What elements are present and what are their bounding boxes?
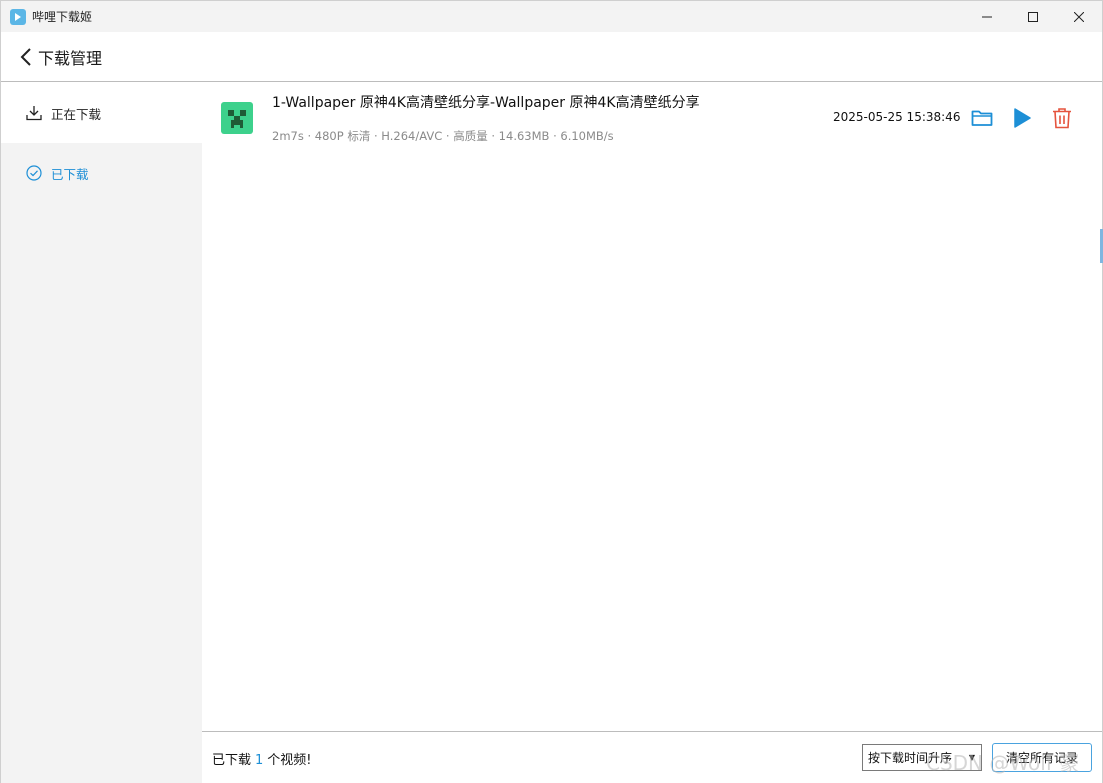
summary-suffix: 个视频! bbox=[267, 753, 312, 768]
play-icon bbox=[1014, 108, 1031, 128]
clear-all-button[interactable]: 清空所有记录 bbox=[992, 743, 1092, 772]
download-time: 2025-05-25 15:38:46 bbox=[833, 110, 961, 124]
minimize-icon bbox=[982, 16, 992, 17]
trash-icon bbox=[1053, 108, 1071, 129]
page-title: 下载管理 bbox=[38, 48, 103, 68]
video-title: 1-Wallpaper 原神4K高清壁纸分享-Wallpaper 原神4K高清壁… bbox=[272, 95, 700, 111]
summary-prefix: 已下载 bbox=[212, 753, 252, 768]
sort-value: 按下载时间升序 bbox=[868, 751, 953, 765]
delete-button[interactable] bbox=[1049, 105, 1075, 131]
close-button[interactable] bbox=[1056, 1, 1102, 32]
download-icon bbox=[25, 104, 43, 122]
maximize-button[interactable] bbox=[1010, 1, 1056, 32]
check-circle-icon bbox=[25, 164, 43, 182]
page-header: 下载管理 bbox=[1, 32, 1102, 82]
minimize-button[interactable] bbox=[964, 1, 1010, 32]
app-logo-icon bbox=[10, 8, 26, 25]
sidebar: 正在下载 已下载 bbox=[1, 83, 202, 783]
play-button[interactable] bbox=[1009, 105, 1035, 131]
creeper-icon bbox=[221, 102, 253, 134]
window-title: 哔哩下载姬 bbox=[32, 10, 93, 24]
folder-icon bbox=[971, 110, 993, 126]
dropdown-arrow-icon: ▼ bbox=[968, 753, 975, 762]
sort-dropdown[interactable]: 按下载时间升序 ▼ bbox=[862, 744, 982, 771]
sidebar-item-label: 已下载 bbox=[51, 166, 89, 182]
app-window: 哔哩下载姬 下载管理 正在下载 已下载 1-Wallpaper 原神4K高清壁纸… bbox=[0, 0, 1103, 783]
maximize-icon bbox=[1028, 11, 1038, 22]
list-item: 1-Wallpaper 原神4K高清壁纸分享-Wallpaper 原神4K高清壁… bbox=[202, 83, 1102, 151]
video-meta: 2m7s · 480P 标清 · H.264/AVC · 高质量 · 14.63… bbox=[272, 129, 614, 143]
title-bar: 哔哩下载姬 bbox=[1, 1, 1102, 32]
window-controls bbox=[964, 1, 1102, 32]
sidebar-item-label: 正在下载 bbox=[51, 106, 102, 122]
footer-bar: 已下载 1 个视频! 按下载时间升序 ▼ 清空所有记录 bbox=[202, 731, 1102, 783]
back-button[interactable] bbox=[15, 46, 37, 68]
sidebar-item-downloading[interactable]: 正在下载 bbox=[1, 83, 202, 143]
download-summary: 已下载 1 个视频! bbox=[212, 749, 312, 768]
download-count: 1 bbox=[255, 753, 264, 768]
open-folder-button[interactable] bbox=[969, 105, 995, 131]
close-icon bbox=[1074, 11, 1084, 22]
sidebar-item-downloaded[interactable]: 已下载 bbox=[1, 143, 202, 203]
chevron-left-icon bbox=[20, 47, 31, 66]
download-list: 1-Wallpaper 原神4K高清壁纸分享-Wallpaper 原神4K高清壁… bbox=[202, 83, 1102, 731]
